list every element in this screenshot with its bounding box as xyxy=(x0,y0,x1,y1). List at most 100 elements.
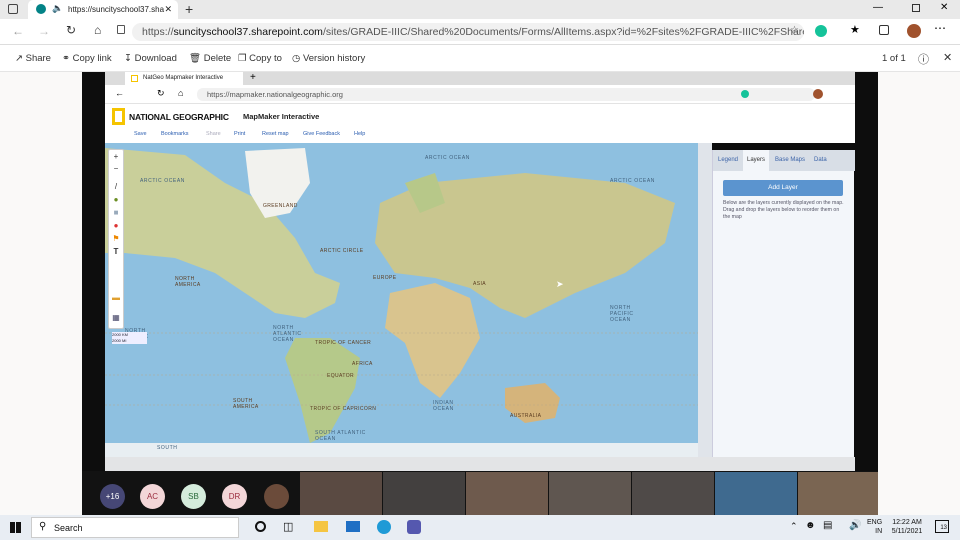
inner-profile-avatar[interactable] xyxy=(813,89,823,99)
browser-tab-active[interactable]: 🔈 https://suncityschool37.sha ✕ xyxy=(28,0,178,19)
participant-video[interactable] xyxy=(466,472,548,515)
zoom-in-button[interactable]: + xyxy=(109,152,123,161)
language-indicator[interactable]: ENG IN xyxy=(867,518,882,536)
participant-video[interactable] xyxy=(798,472,878,515)
more-menu-icon[interactable]: ⋯ xyxy=(934,21,946,35)
file-explorer-icon[interactable] xyxy=(314,521,328,532)
close-tab-icon[interactable]: ✕ xyxy=(164,4,172,15)
bookmarks-link[interactable]: Bookmarks xyxy=(161,131,189,137)
share-link[interactable]: Share xyxy=(206,131,221,137)
copy-link-button[interactable]: ⚭ Copy link xyxy=(62,53,112,64)
map-label: NORTH PACIFIC OCEAN xyxy=(610,305,634,323)
browser-tab-strip: 🔈 https://suncityschool37.sha ✕ + — ✕ xyxy=(0,0,960,19)
participant-avatar[interactable]: DR xyxy=(222,484,247,509)
forward-icon[interactable]: → xyxy=(38,24,50,38)
map-label: TROPIC OF CAPRICORN xyxy=(310,406,377,412)
inner-grammarly-icon[interactable] xyxy=(741,90,749,98)
new-tab-button[interactable]: + xyxy=(185,1,193,17)
participant-video[interactable] xyxy=(300,472,382,515)
draw-line-icon[interactable]: / xyxy=(109,182,123,191)
grid-icon[interactable]: ▦ xyxy=(109,313,123,322)
favorite-add-icon[interactable]: ☆ xyxy=(790,25,799,36)
world-map[interactable]: ARCTIC OCEAN ARCTIC OCEAN ARCTIC OCEAN G… xyxy=(105,143,698,457)
inner-home-icon[interactable]: ⌂ xyxy=(178,88,183,98)
inner-back-icon[interactable]: ← xyxy=(115,88,124,98)
start-windows-icon[interactable] xyxy=(10,522,21,533)
share-button[interactable]: ↗ Share xyxy=(15,53,51,64)
mapmaker-toolbar: Save Bookmarks Share Print Reset map Giv… xyxy=(105,128,855,143)
speaker-icon[interactable]: 🔈 xyxy=(52,3,63,14)
close-window-icon[interactable]: ✕ xyxy=(940,2,948,13)
zoom-out-button[interactable]: − xyxy=(109,164,123,173)
participant-video[interactable] xyxy=(715,472,797,515)
delete-button[interactable]: 🗑 Delete xyxy=(189,53,231,64)
world-map-graphic xyxy=(105,143,698,457)
save-link[interactable]: Save xyxy=(134,131,147,137)
copy-to-button[interactable]: ❐ Copy to xyxy=(238,53,282,64)
draw-square-icon[interactable]: ■ xyxy=(109,208,123,217)
draw-shape-icon[interactable]: ● xyxy=(109,195,123,204)
inner-tab[interactable]: NatGeo Mapmaker Interactive xyxy=(125,72,243,85)
map-label: ARCTIC CIRCLE xyxy=(320,248,364,254)
marker-icon[interactable]: ● xyxy=(109,221,123,230)
print-link[interactable]: Print xyxy=(234,131,245,137)
notifications-icon[interactable]: 13 xyxy=(935,520,949,533)
participant-avatar[interactable]: AC xyxy=(140,484,165,509)
add-layer-button[interactable]: Add Layer xyxy=(723,180,843,196)
panel-gutter xyxy=(698,143,712,457)
help-link[interactable]: Help xyxy=(354,131,365,137)
address-bar: ← → ↻ ⌂ https://suncityschool37.sharepoi… xyxy=(0,19,960,45)
people-icon[interactable]: ☻ xyxy=(805,520,816,531)
refresh-icon[interactable]: ↻ xyxy=(66,23,76,37)
info-icon[interactable]: ⓘ xyxy=(918,51,929,67)
tab-legend[interactable]: Legend xyxy=(718,157,738,163)
cortana-icon[interactable] xyxy=(255,521,266,532)
tab-data[interactable]: Data xyxy=(814,157,827,163)
tab-layers[interactable]: Layers xyxy=(743,150,770,171)
ruler-icon[interactable]: ▬ xyxy=(109,293,123,302)
natgeo-logo-icon xyxy=(112,108,125,125)
participant-photo-avatar[interactable] xyxy=(264,484,289,509)
teams-icon[interactable] xyxy=(407,520,421,534)
download-button[interactable]: ↧ Download xyxy=(124,53,177,64)
home-icon[interactable]: ⌂ xyxy=(94,23,101,37)
maximize-icon[interactable] xyxy=(912,4,920,12)
panel-tabs: Legend Layers Base Maps Data xyxy=(713,150,855,171)
task-view-icon[interactable]: ◫ xyxy=(283,520,293,533)
favorites-icon[interactable]: ★ xyxy=(850,23,860,36)
participant-video[interactable] xyxy=(383,472,465,515)
profile-avatar[interactable] xyxy=(907,24,921,38)
collections-icon[interactable] xyxy=(879,25,889,35)
map-label: ARCTIC OCEAN xyxy=(425,155,470,161)
url-field[interactable]: https://suncityschool37.sharepoint.com/s… xyxy=(132,23,804,41)
more-participants-badge[interactable]: +16 xyxy=(100,484,125,509)
inner-url-field[interactable]: https://mapmaker.nationalgeographic.org xyxy=(197,88,815,101)
reset-map-link[interactable]: Reset map xyxy=(262,131,289,137)
mail-icon[interactable] xyxy=(346,521,360,532)
grammarly-extension-icon[interactable] xyxy=(815,25,827,37)
volume-icon[interactable]: 🔊 xyxy=(849,520,861,531)
minimize-icon[interactable]: — xyxy=(873,2,883,13)
tab-base-maps[interactable]: Base Maps xyxy=(775,157,805,163)
version-history-button[interactable]: ◷ Version history xyxy=(292,53,365,64)
clock[interactable]: 12:22 AM 5/11/2021 xyxy=(887,518,927,536)
participant-avatar[interactable]: SB xyxy=(181,484,206,509)
participant-video[interactable] xyxy=(632,472,714,515)
participant-video[interactable] xyxy=(549,472,631,515)
inner-new-tab-icon[interactable]: + xyxy=(250,72,256,83)
inner-refresh-icon[interactable]: ↻ xyxy=(157,88,165,99)
network-icon[interactable]: ▤ xyxy=(823,520,832,531)
close-viewer-icon[interactable]: ✕ xyxy=(943,51,952,64)
text-tool-icon[interactable]: T xyxy=(109,247,123,256)
pin-icon[interactable]: ⚑ xyxy=(109,234,123,243)
edge-icon[interactable] xyxy=(377,520,391,534)
tab-actions-icon[interactable] xyxy=(8,4,18,14)
back-icon[interactable]: ← xyxy=(12,24,24,38)
copy-icon: ❐ xyxy=(238,53,250,64)
taskbar-search-box[interactable]: ⚲ Search xyxy=(31,517,239,538)
map-label: ARCTIC OCEAN xyxy=(140,178,185,184)
history-icon: ◷ xyxy=(292,53,303,64)
show-hidden-icons[interactable]: ⌃ xyxy=(790,521,798,532)
feedback-link[interactable]: Give Feedback xyxy=(303,131,340,137)
map-label: EQUATOR xyxy=(327,373,355,379)
